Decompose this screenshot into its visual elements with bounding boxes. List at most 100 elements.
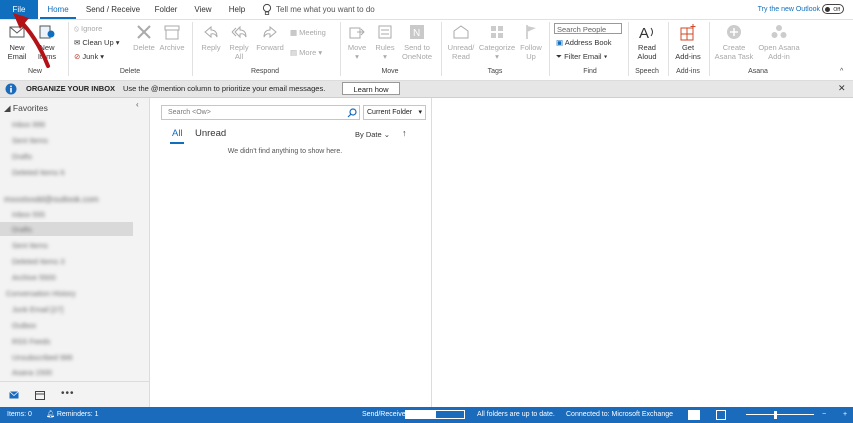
search-input[interactable]: Search <Ow> [168, 109, 211, 116]
follow-up-button[interactable]: Follow Up [518, 23, 544, 61]
reply-all-button[interactable]: Reply All [226, 23, 252, 61]
cleanup-label: Clean Up [82, 38, 114, 47]
chevron-down-icon: ▾ [355, 52, 359, 61]
reply-icon [204, 25, 218, 39]
chevron-down-icon: ▾ [98, 52, 105, 61]
reply-all-icon [231, 25, 247, 39]
bell-icon: 🔔︎ [46, 411, 57, 418]
normal-view-icon[interactable] [688, 410, 700, 420]
chevron-down-icon: ⌄ [381, 130, 391, 139]
folder-item[interactable]: Sent Items [12, 241, 48, 250]
folder-item[interactable]: Inbox 555 [12, 210, 45, 219]
folder-item[interactable]: Sent Items [12, 136, 48, 145]
chevron-down-icon: ▾ [316, 48, 323, 57]
reply-button[interactable]: Reply [198, 23, 224, 52]
reminders-status[interactable]: 🔔︎ Reminders: 1 [46, 407, 98, 423]
filter-all-tab[interactable]: All [172, 128, 183, 139]
more-apps-icon[interactable]: ••• [61, 388, 75, 399]
address-book-label: Address Book [564, 38, 612, 47]
collapse-pane-icon[interactable]: ‹ [136, 100, 139, 109]
ignore-label: Ignore [80, 24, 103, 33]
delete-label: Delete [133, 43, 155, 52]
more-icon: ▤ [290, 48, 300, 57]
ignore-button[interactable]: ⦸ Ignore [74, 24, 102, 34]
chevron-down-icon: ▾ [418, 109, 422, 116]
ribbon-divider [192, 22, 193, 76]
move-button[interactable]: Move ▾ [344, 23, 370, 61]
more-respond-button[interactable]: ▤ More ▾ [290, 48, 322, 58]
sort-by-date-button[interactable]: By Date ⌄ [355, 130, 390, 139]
ribbon-divider [709, 22, 710, 76]
filter-email-button[interactable]: ⏷ Filter Email ▾ [556, 52, 607, 62]
account-header[interactable]: mxxxtxxdd@outlook.com [4, 194, 99, 204]
unread-read-button[interactable]: Unread/ Read [445, 23, 477, 61]
new-outlook-toggle[interactable]: Off [822, 4, 844, 14]
cleanup-button[interactable]: ✉ Clean Up ▾ [74, 38, 120, 48]
folder-item[interactable]: Archive 5500 [12, 273, 56, 282]
search-people-input[interactable]: Search People [554, 23, 622, 34]
zoom-in-icon[interactable]: + [843, 407, 847, 423]
more-label: More [299, 48, 317, 57]
close-icon[interactable]: ✕ [838, 83, 846, 94]
reading-view-icon[interactable] [716, 410, 726, 420]
ribbon-divider [549, 22, 550, 76]
folder-item[interactable]: Conversation History [6, 289, 76, 298]
lightbulb-icon [262, 3, 272, 15]
address-book-button[interactable]: ▣ Address Book [556, 38, 611, 48]
open-asana-addin-button[interactable]: Open Asana Add-in [756, 23, 802, 61]
forward-button[interactable]: Forward [254, 23, 286, 52]
chevron-down-icon: ▾ [495, 52, 499, 61]
tell-me-search[interactable]: Tell me what you want to do [276, 0, 388, 19]
zoom-out-icon[interactable]: − [822, 407, 826, 423]
meeting-button[interactable]: ▦ Meeting [290, 28, 326, 38]
zoom-slider-thumb[interactable] [774, 411, 777, 419]
read-aloud-label-2: Aloud [637, 52, 657, 61]
mail-icon[interactable] [9, 391, 19, 399]
tab-view[interactable]: View [188, 0, 218, 19]
open-asana-label-2: Add-in [768, 52, 790, 61]
folder-item-selected[interactable]: Drafts [12, 225, 32, 234]
calendar-icon[interactable] [35, 390, 45, 400]
folder-item[interactable]: Outbox [12, 321, 36, 330]
learn-how-button[interactable]: Learn how [342, 82, 400, 95]
search-box[interactable]: Search <Ow> [161, 105, 360, 120]
collapse-ribbon-icon[interactable]: ^ [840, 68, 843, 75]
tab-folder[interactable]: Folder [148, 0, 184, 19]
folder-item[interactable]: Junk Email [27] [12, 305, 63, 314]
read-aloud-button[interactable]: A Read Aloud [632, 23, 662, 61]
create-asana-task-button[interactable]: Create Asana Task [712, 23, 756, 61]
favorites-label: Favorites [12, 103, 48, 113]
get-addins-label-1: Get [681, 43, 695, 52]
sort-direction-arrow-icon[interactable]: ↑ [402, 128, 407, 138]
tab-help[interactable]: Help [222, 0, 252, 19]
favorites-header[interactable]: ◢ Favorites [4, 103, 48, 114]
send-onenote-label-2: OneNote [401, 52, 433, 61]
rules-label: Rules [375, 43, 395, 52]
categorize-icon [491, 26, 503, 38]
group-label-speech: Speech [635, 68, 659, 75]
archive-button[interactable]: Archive [157, 23, 187, 52]
filter-unread-tab[interactable]: Unread [195, 128, 226, 139]
folder-item[interactable]: Unsubscribed 999 [12, 353, 72, 362]
folder-item[interactable]: RSS Feeds [12, 337, 50, 346]
tab-send-receive[interactable]: Send / Receive [82, 0, 144, 19]
folder-item[interactable]: Deleted Items 6 [12, 168, 65, 177]
junk-button[interactable]: ⊘ Junk ▾ [74, 52, 104, 62]
search-scope-dropdown[interactable]: Current Folder ▾ [363, 105, 426, 120]
folder-item[interactable]: Inbox 999 [12, 120, 45, 129]
rules-button[interactable]: Rules ▾ [372, 23, 398, 61]
forward-label: Forward [256, 43, 284, 52]
try-new-outlook-label: Try the new Outlook [757, 6, 820, 13]
folder-item[interactable]: Asana 1500 [12, 368, 52, 377]
delete-button[interactable]: Delete [130, 23, 158, 52]
send-to-onenote-button[interactable]: N Send to OneNote [400, 23, 434, 61]
folder-item[interactable]: Drafts [12, 152, 32, 161]
zoom-slider[interactable] [746, 414, 814, 415]
junk-label: Junk [82, 52, 99, 61]
follow-up-label-2: Up [526, 52, 536, 61]
get-addins-button[interactable]: Get Add-ins [672, 23, 704, 61]
categorize-button[interactable]: Categorize ▾ [478, 23, 516, 61]
folder-item[interactable]: Deleted Items 3 [12, 257, 65, 266]
search-icon[interactable] [347, 108, 357, 118]
send-receive-progress [405, 410, 465, 419]
